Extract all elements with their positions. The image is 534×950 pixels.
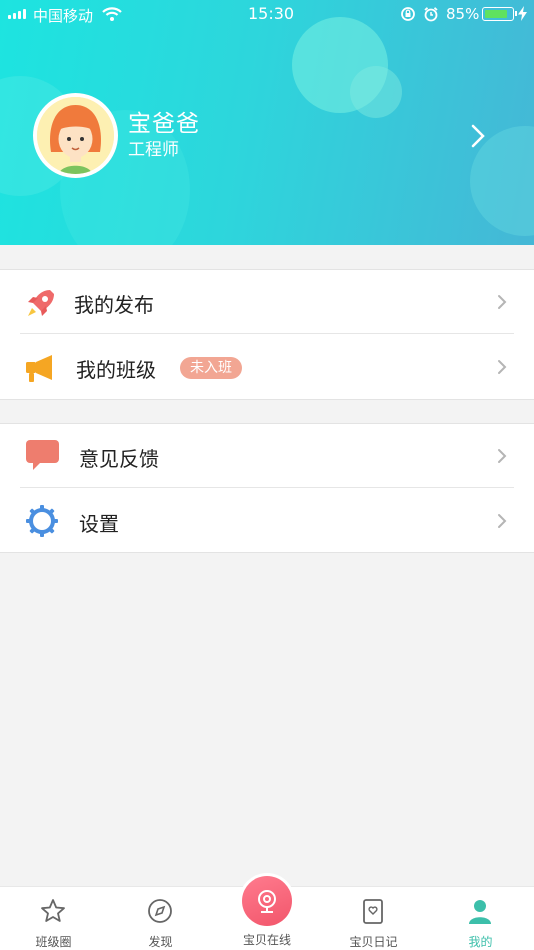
chevron-right-icon xyxy=(497,448,507,468)
menu-item-feedback[interactable]: 意见反馈 xyxy=(0,424,534,488)
menu-group-primary: 我的发布 我的班级 未入班 xyxy=(0,269,534,400)
chevron-right-icon xyxy=(497,294,507,314)
rocket-icon xyxy=(24,286,58,324)
decor-bubble xyxy=(350,66,402,118)
signal-icon xyxy=(8,9,26,19)
menu-item-label: 我的发布 xyxy=(74,293,154,317)
tab-mine[interactable]: 我的 xyxy=(427,887,534,950)
baby-online-button[interactable] xyxy=(239,873,295,929)
gear-icon xyxy=(25,504,59,542)
alarm-icon xyxy=(423,6,439,26)
status-bar: 中国移动 15:30 85% xyxy=(0,0,534,28)
menu-group-secondary: 意见反馈 设置 xyxy=(0,423,534,553)
battery-icon xyxy=(482,7,517,21)
user-name: 宝爸爸 xyxy=(128,111,200,137)
menu-item-label: 我的班级 xyxy=(76,358,156,382)
webcam-icon xyxy=(258,890,276,913)
diary-icon xyxy=(360,898,386,930)
chevron-right-icon xyxy=(497,359,507,379)
tab-label: 发现 xyxy=(148,935,173,949)
menu-item-settings[interactable]: 设置 xyxy=(0,489,534,553)
person-icon xyxy=(467,898,493,930)
user-title: 工程师 xyxy=(128,140,179,160)
charging-icon xyxy=(518,6,527,25)
rotation-lock-icon xyxy=(400,6,416,26)
star-icon xyxy=(40,898,66,928)
avatar[interactable] xyxy=(33,93,118,178)
tab-label: 我的 xyxy=(468,935,493,949)
chevron-right-icon[interactable] xyxy=(470,123,486,153)
girl-avatar-icon xyxy=(37,97,114,174)
chat-bubble-icon xyxy=(25,439,61,475)
status-badge: 未入班 xyxy=(180,357,242,379)
status-time: 15:30 xyxy=(248,4,295,23)
chevron-right-icon xyxy=(497,513,507,533)
tab-discover[interactable]: 发现 xyxy=(107,887,214,950)
menu-item-label: 设置 xyxy=(79,512,119,536)
battery-percent: 85% xyxy=(446,5,480,23)
tab-label: 宝贝日记 xyxy=(349,935,398,949)
tab-label[interactable]: 宝贝在线 xyxy=(232,931,302,948)
profile-header: 中国移动 15:30 85% 宝爸爸 工程师 xyxy=(0,0,534,245)
wifi-icon xyxy=(102,6,122,26)
megaphone-icon xyxy=(24,352,58,388)
carrier-name: 中国移动 xyxy=(33,7,94,25)
tab-class-circle[interactable]: 班级圈 xyxy=(0,887,107,950)
menu-item-my-class[interactable]: 我的班级 未入班 xyxy=(0,335,534,399)
menu-item-label: 意见反馈 xyxy=(79,447,159,471)
tab-baby-diary[interactable]: 宝贝日记 xyxy=(320,887,427,950)
menu-item-my-posts[interactable]: 我的发布 xyxy=(0,270,534,334)
tab-label: 班级圈 xyxy=(35,935,72,949)
compass-icon xyxy=(147,898,173,928)
